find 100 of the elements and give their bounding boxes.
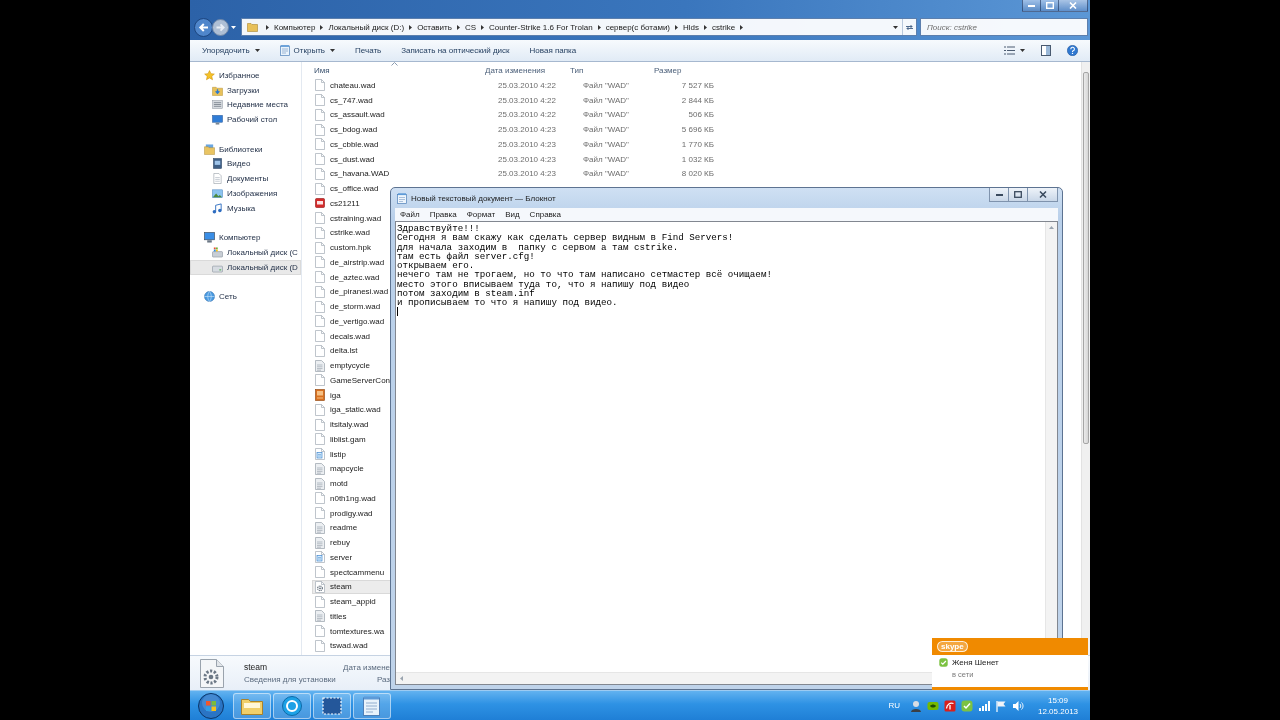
file-row[interactable]: de_aztec.wad — [312, 269, 391, 285]
menu-item[interactable]: Формат — [461, 208, 501, 221]
file-row[interactable]: tomtextures.wa — [312, 623, 391, 639]
column-header[interactable]: Тип — [570, 62, 654, 78]
file-size: 1 770 КБ — [680, 139, 714, 149]
menu-item[interactable]: Справка — [524, 208, 566, 221]
file-row[interactable]: steam_appid — [312, 594, 391, 609]
file-row[interactable]: de_vertigo.wad — [312, 314, 391, 329]
toolbar-button[interactable]: Записать на оптический диск — [397, 41, 514, 60]
nav-item[interactable]: Рабочий стол — [190, 112, 301, 127]
breadcrumb-item[interactable]: Hlds — [683, 22, 700, 32]
close-button[interactable] — [1027, 188, 1058, 202]
file-row[interactable]: GameServerCon — [312, 373, 392, 388]
menu-item[interactable]: Файл — [395, 208, 425, 221]
close-button[interactable] — [1058, 0, 1088, 12]
file-row[interactable]: motd — [312, 476, 391, 491]
forward-button[interactable] — [212, 18, 229, 36]
file-name: itsitaly.wad — [330, 420, 370, 430]
file-row[interactable]: server — [312, 550, 391, 565]
refresh-button[interactable] — [902, 19, 916, 35]
scrollbar[interactable] — [1081, 62, 1090, 655]
file-row[interactable]: cs_havana.WAD 25.03.2010 4:23 Файл "WAD" 8 020 КБ — [312, 166, 715, 182]
back-button[interactable] — [194, 17, 213, 37]
nav-item[interactable]: Библиотеки — [190, 141, 301, 157]
file-row[interactable]: de_storm.wad — [312, 299, 391, 314]
dropdown-button[interactable]: Открыть — [275, 41, 340, 60]
taskbar-button[interactable] — [233, 692, 271, 719]
file-row[interactable]: liblist.gam — [312, 432, 391, 447]
taskbar-button[interactable] — [273, 692, 311, 719]
file-row[interactable]: n0th1ng.wad — [312, 491, 391, 506]
file-row[interactable]: cs_dust.wad 25.03.2010 4:23 Файл "WAD" 1 032 КБ — [312, 151, 715, 167]
maximize-button[interactable] — [1008, 188, 1028, 202]
breadcrumb-item[interactable]: Counter-Strike 1.6 For Trolan — [489, 22, 593, 32]
breadcrumb-item[interactable]: Локальный диск (D:) — [328, 22, 405, 32]
toolbar-button[interactable]: Новая папка — [525, 41, 581, 60]
file-row[interactable]: itsitaly.wad — [312, 417, 391, 432]
file-row[interactable]: cs21211 — [312, 196, 391, 211]
clock-button[interactable]: 15:09 12.05.2013 — [1038, 694, 1078, 717]
breadcrumb-item[interactable]: Компьютер — [274, 22, 316, 32]
taskbar-button[interactable] — [313, 692, 351, 719]
file-row[interactable]: mapcycle — [312, 461, 391, 477]
file-row[interactable]: titles — [312, 609, 391, 624]
column-header[interactable]: Размер — [654, 62, 714, 78]
nav-item[interactable]: Локальный диск (C — [190, 245, 301, 260]
file-name: iga — [330, 390, 342, 400]
nav-item[interactable]: Локальный диск (D — [190, 259, 301, 275]
file-row[interactable]: cs_cbble.wad 25.03.2010 4:23 Файл "WAD" 1 770 КБ — [312, 137, 715, 152]
file-row[interactable]: de_airstrip.wad — [312, 255, 391, 270]
nav-item[interactable]: Изображения — [190, 186, 301, 201]
file-row[interactable]: spectcammenu — [312, 564, 391, 580]
file-row[interactable]: cs_office.wad — [312, 181, 391, 196]
breadcrumb-item[interactable]: сервер(с ботами) — [605, 22, 670, 32]
nav-item[interactable]: Избранное — [190, 68, 301, 83]
file-row[interactable]: cstrike.wad — [312, 225, 391, 241]
menu-item[interactable]: Правка — [424, 208, 462, 221]
toolbar-button[interactable]: Печать — [351, 41, 386, 60]
text-area[interactable]: Здравствуйте!!! Сегодня я вам скажу как сделать сервер видным в Find Servers! для начала заходим в папку с сервом а там cstrike. там есть файл server.cfg! открываем его. нечего там не трогаем, но то что там написано сетмастер всё очищаем! место этого вписываем туда то, что я напишу под видео потом заходим в steam.inf и прописываем то что я напишу под видео. — [396, 222, 1045, 634]
nav-item[interactable]: Сеть — [190, 289, 301, 304]
file-row[interactable]: cs_bdog.wad 25.03.2010 4:23 Файл "WAD" 5 696 КБ — [312, 122, 715, 137]
text-document-icon — [315, 536, 325, 549]
breadcrumb-item[interactable]: CS — [464, 22, 477, 32]
nav-item[interactable]: Недавние места — [190, 97, 301, 113]
file-row[interactable]: rebuy — [312, 535, 391, 550]
file-row[interactable]: iga_static.wad — [312, 402, 391, 418]
text-document-icon — [315, 477, 325, 490]
file-row[interactable]: emptycycle — [312, 358, 391, 373]
file-row[interactable]: readme — [312, 520, 391, 536]
file-row[interactable]: cs_747.wad 25.03.2010 4:22 Файл "WAD" 2 844 КБ — [312, 92, 715, 108]
nav-item[interactable]: Музыка — [190, 200, 301, 216]
file-row[interactable]: iga — [312, 387, 391, 403]
file-row[interactable]: cs_assault.wad 25.03.2010 4:22 Файл "WAD" 506 КБ — [312, 107, 715, 123]
file-row[interactable]: listip — [312, 446, 391, 462]
nav-item[interactable]: Документы — [190, 171, 301, 186]
file-row[interactable]: de_piranesi.wad — [312, 284, 391, 300]
picture-icon — [315, 389, 325, 402]
breadcrumb-item[interactable]: cstrike — [712, 22, 736, 32]
file-row[interactable]: tswad.wad — [312, 638, 391, 654]
file-row[interactable]: chateau.wad 25.03.2010 4:22 Файл "WAD" 7 527 КБ — [312, 78, 715, 93]
address-bar[interactable]: Компьютер Локальный диск (D:) Оставить CS Counter-Strike 1.6 For Trolan сервер(с ботами) Hlds cstrike — [241, 18, 917, 36]
breadcrumb-item[interactable]: Оставить — [417, 22, 452, 32]
file-row[interactable]: decals.wad — [312, 328, 391, 344]
column-header[interactable]: Имя — [302, 62, 485, 78]
file-row[interactable]: cstraining.wad — [312, 210, 391, 226]
file-row[interactable]: delta.lst — [312, 343, 391, 359]
file-row[interactable]: prodigy.wad — [312, 505, 391, 521]
menu-item[interactable]: Вид — [500, 208, 525, 221]
nav-item[interactable]: Видео — [190, 156, 301, 172]
minimize-button[interactable] — [989, 188, 1009, 202]
search-field[interactable]: Поиск: cstrike — [920, 18, 1088, 36]
taskbar-button[interactable] — [353, 692, 391, 719]
file-row[interactable]: custom.hpk — [312, 240, 391, 255]
caret-icon — [230, 25, 236, 29]
file-row[interactable]: steam — [312, 579, 391, 595]
column-header[interactable]: Дата изменения — [485, 62, 570, 78]
video-icon — [212, 158, 223, 170]
dropdown-button[interactable]: Упорядочить — [198, 41, 264, 60]
file-name: cstrike.wad — [330, 228, 371, 238]
file-name: cs_cbble.wad — [330, 139, 380, 149]
nav-item[interactable]: Загрузки — [190, 82, 301, 98]
nav-item[interactable]: Компьютер — [190, 230, 301, 245]
